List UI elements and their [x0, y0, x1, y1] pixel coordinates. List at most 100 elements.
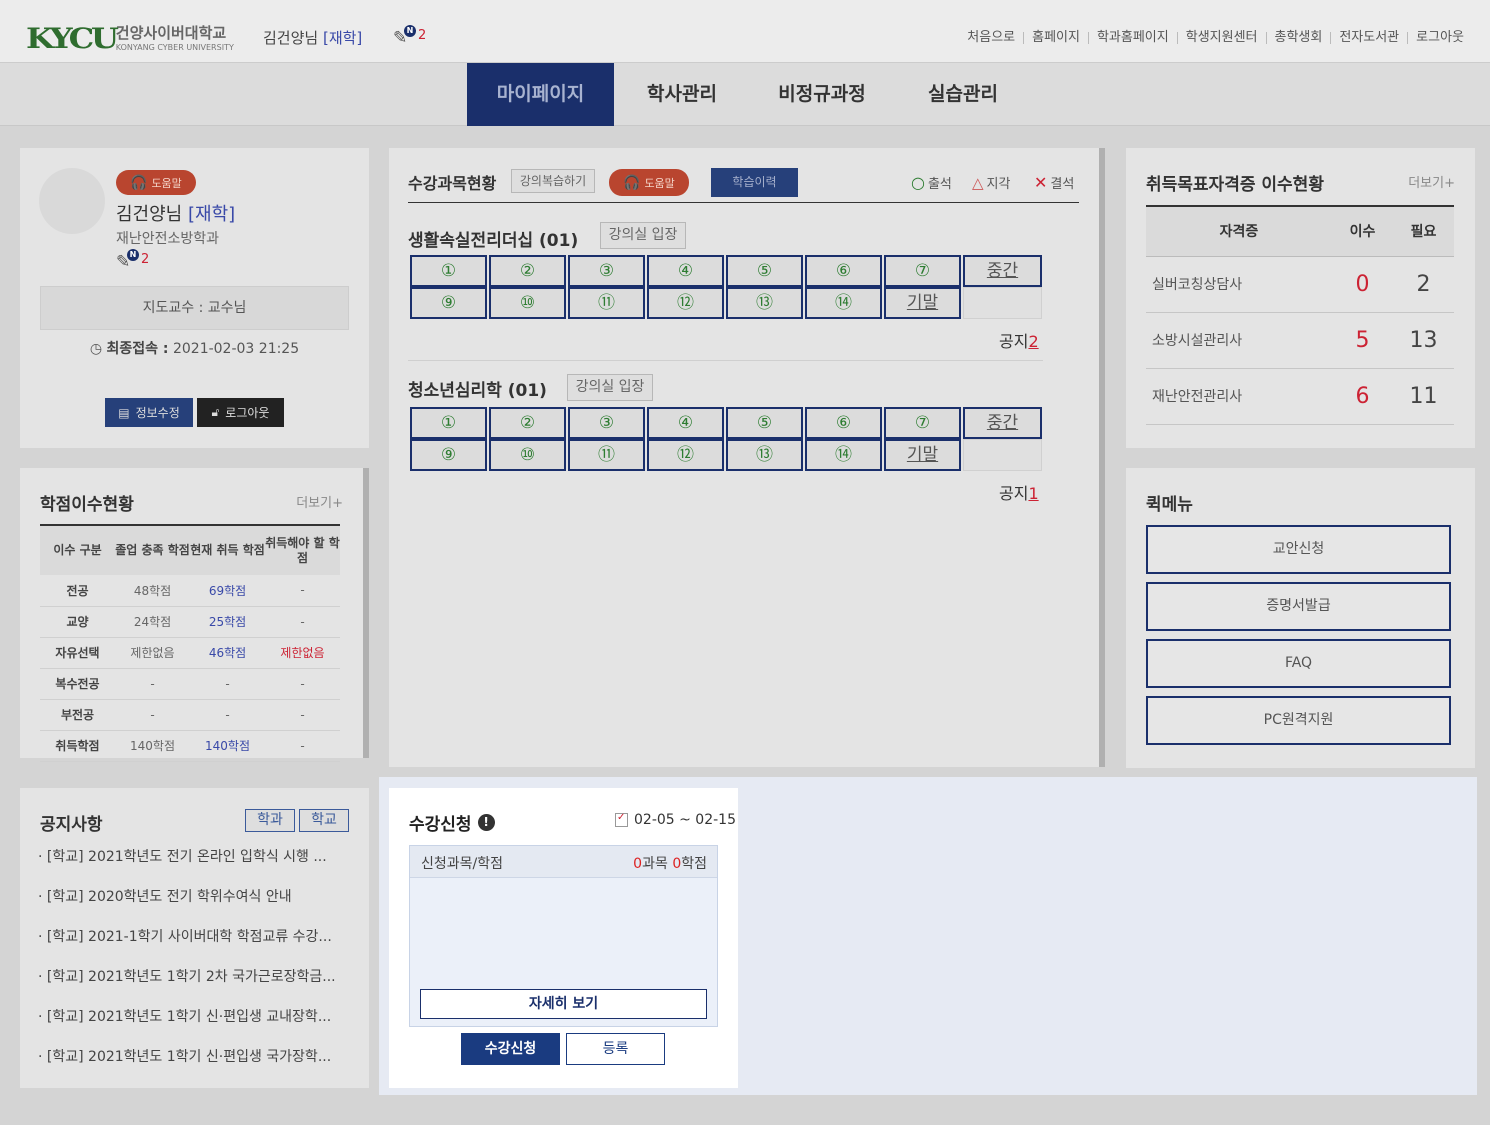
table-cell: 취득학점	[40, 730, 115, 762]
week-cell[interactable]: ②	[489, 407, 566, 439]
week-cell[interactable]: ①	[410, 255, 487, 287]
subject-name: 생활속실전리더십 (01)	[408, 231, 579, 251]
link-student-support[interactable]: 학생지원센터	[1176, 31, 1266, 44]
notification-button[interactable]: ✎ N 2	[393, 24, 426, 50]
register-button[interactable]: 등록	[566, 1033, 665, 1065]
nav-academic[interactable]: 학사관리	[612, 63, 752, 126]
week-cell[interactable]: ⑬	[726, 287, 803, 319]
enter-classroom-button[interactable]: 강의실 입장	[600, 222, 686, 249]
table-cell: 24학점	[115, 606, 190, 638]
final-cell[interactable]: 기말	[884, 439, 961, 471]
notice-item-text[interactable]: [학교] 2021학년도 1학기 신·편입생 국가장학...	[47, 1049, 331, 1065]
link-library[interactable]: 전자도서관	[1330, 31, 1407, 44]
notice-item-text[interactable]: [학교] 2021학년도 1학기 2차 국가근로장학금...	[47, 969, 336, 985]
week-cell[interactable]: ⑭	[805, 287, 882, 319]
view-detail-button[interactable]: 자세히 보기	[420, 989, 707, 1019]
notice-item[interactable]: · [학교] 2021-1학기 사이버대학 학점교류 수강...	[38, 926, 332, 946]
course-apply-button[interactable]: 수강신청	[461, 1033, 560, 1065]
notice-item[interactable]: · [학교] 2021학년도 전기 온라인 입학식 시행 ...	[38, 846, 327, 866]
week-cell[interactable]: ⑨	[410, 287, 487, 319]
course-help-button[interactable]: 🎧 도움말	[609, 169, 689, 196]
link-student-council[interactable]: 총학생회	[1265, 31, 1331, 44]
notice-count[interactable]: 1	[1028, 484, 1038, 503]
table-cell: 복수전공	[40, 668, 115, 700]
week-cell[interactable]: ④	[647, 255, 724, 287]
midterm-cell[interactable]: 중간	[963, 407, 1042, 439]
table-cell: 자유선택	[40, 637, 115, 669]
table-cell: 46학점	[190, 637, 265, 669]
registration-title-text: 수강신청	[409, 815, 472, 835]
more-link[interactable]: 더보기+	[296, 492, 343, 511]
midterm-cell[interactable]: 중간	[963, 255, 1042, 287]
week-cell[interactable]: ⑦	[884, 407, 961, 439]
notice-item[interactable]: · [학교] 2021학년도 1학기 2차 국가근로장학금...	[38, 966, 336, 986]
more-link[interactable]: 더보기+	[1408, 172, 1455, 191]
headset-icon: 🎧	[130, 174, 148, 191]
cert-name: 소방시설관리사	[1146, 312, 1332, 369]
notice-count[interactable]: 2	[1028, 332, 1038, 351]
notice-item-text[interactable]: [학교] 2020학년도 전기 학위수여식 안내	[47, 889, 292, 905]
notice-item[interactable]: · [학교] 2021학년도 1학기 신·편입생 교내장학...	[38, 1006, 331, 1026]
logo[interactable]: KYCU 건양사이버대학교 KONYANG CYBER UNIVERSITY	[26, 22, 234, 55]
nav-practice[interactable]: 실습관리	[893, 63, 1033, 126]
help-button[interactable]: 🎧 도움말	[116, 170, 196, 195]
week-cell[interactable]: ③	[568, 407, 645, 439]
edit-info-button[interactable]: ▤ 정보수정	[105, 398, 193, 427]
cert-done: 5	[1332, 312, 1393, 369]
subject-notice[interactable]: 공지2	[999, 328, 1039, 352]
week-cell[interactable]: ②	[489, 255, 566, 287]
notice-item[interactable]: · [학교] 2020학년도 전기 학위수여식 안내	[38, 886, 292, 906]
nav-mypage[interactable]: 마이페이지	[467, 63, 614, 126]
quick-button-remote-support[interactable]: PC원격지원	[1146, 696, 1451, 745]
course-count: 0	[633, 856, 643, 872]
week-cell[interactable]: ⑩	[489, 439, 566, 471]
notice-item-text[interactable]: [학교] 2021학년도 1학기 신·편입생 교내장학...	[47, 1009, 331, 1025]
week-cell[interactable]: ⑫	[647, 287, 724, 319]
quick-button-certificate[interactable]: 증명서발급	[1146, 582, 1451, 631]
notice-item[interactable]: · [학교] 2021학년도 1학기 신·편입생 국가장학...	[38, 1046, 331, 1066]
scrollbar[interactable]	[363, 468, 369, 758]
credit-panel: 학점이수현황 더보기+ 이수 구분 졸업 충족 학점 현재 취득 학점 취득해야…	[20, 468, 369, 762]
week-cell[interactable]: ⑬	[726, 439, 803, 471]
cert-need: 2	[1393, 256, 1454, 313]
week-cell[interactable]: ⑨	[410, 439, 487, 471]
tab-department[interactable]: 학과	[245, 809, 295, 832]
quick-button-materials[interactable]: 교안신청	[1146, 525, 1451, 574]
week-cell[interactable]: ⑩	[489, 287, 566, 319]
tab-school[interactable]: 학교	[299, 809, 349, 832]
link-logout[interactable]: 로그아웃	[1407, 31, 1472, 44]
week-cell[interactable]: ⑭	[805, 439, 882, 471]
link-home[interactable]: 처음으로	[959, 31, 1023, 44]
info-icon[interactable]: !	[477, 814, 495, 831]
final-cell[interactable]: 기말	[884, 287, 961, 319]
week-cell[interactable]: ⑦	[884, 255, 961, 287]
week-cell[interactable]: ⑪	[568, 287, 645, 319]
notice-item-text[interactable]: [학교] 2021-1학기 사이버대학 학점교류 수강...	[47, 929, 332, 945]
profile-notification[interactable]: ✎ N 2	[116, 248, 156, 272]
week-cell[interactable]: ⑤	[726, 255, 803, 287]
scrollbar[interactable]	[1099, 148, 1105, 767]
enter-classroom-button[interactable]: 강의실 입장	[567, 374, 653, 401]
week-cell[interactable]: ⑥	[805, 255, 882, 287]
week-cell[interactable]: ③	[568, 255, 645, 287]
review-lecture-button[interactable]: 강의복습하기	[511, 169, 595, 193]
week-cell[interactable]: ⑤	[726, 407, 803, 439]
link-dept-homepage[interactable]: 학과홈페이지	[1087, 31, 1177, 44]
registration-date: 02-05 ~ 02-15	[634, 812, 736, 828]
week-cell[interactable]: ⑫	[647, 439, 724, 471]
summary-counts: 0과목 0학점	[633, 853, 707, 873]
week-cell[interactable]: ①	[410, 407, 487, 439]
learning-history-button[interactable]: 학습이력	[711, 168, 798, 197]
logout-button[interactable]: 🔓︎ 로그아웃	[197, 398, 284, 427]
notice-item-text[interactable]: [학교] 2021학년도 전기 온라인 입학식 시행 ...	[47, 849, 327, 865]
table-cell: -	[190, 668, 265, 700]
link-homepage[interactable]: 홈페이지	[1023, 31, 1088, 44]
week-cell[interactable]: ⑥	[805, 407, 882, 439]
week-cell[interactable]: ⑪	[568, 439, 645, 471]
nav-non-degree[interactable]: 비정규과정	[752, 63, 892, 126]
subject-notice[interactable]: 공지1	[999, 480, 1039, 504]
week-cell[interactable]: ④	[647, 407, 724, 439]
table-header: 현재 취득 학점	[190, 524, 265, 575]
table-cell: 69학점	[190, 575, 265, 607]
quick-button-faq[interactable]: FAQ	[1146, 639, 1451, 688]
